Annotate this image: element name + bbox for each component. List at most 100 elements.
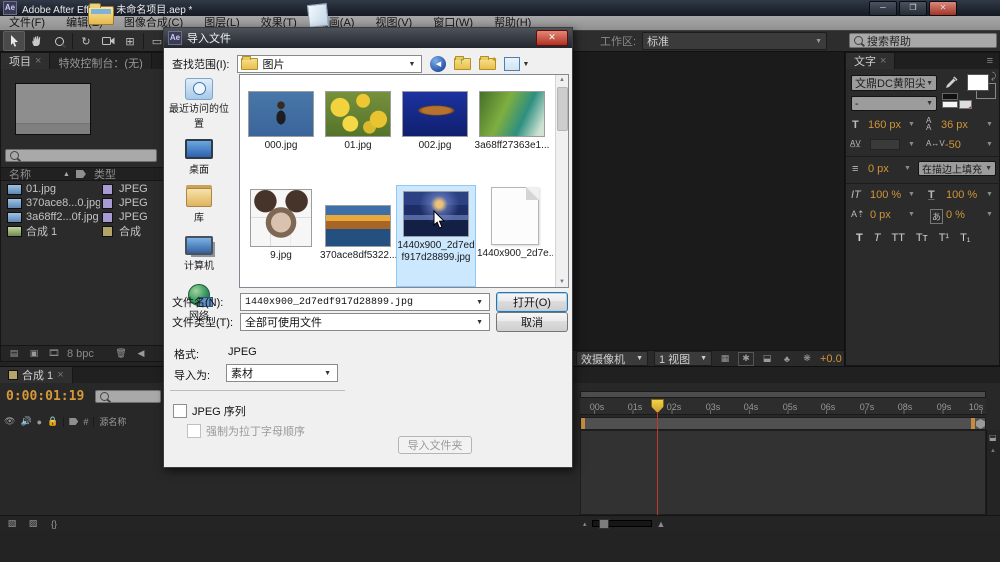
file-item-selected[interactable]: 1440x900_2d7edf917d28899.jpg (396, 185, 476, 287)
import-as-select[interactable]: 素材 ▼ (226, 364, 338, 382)
help-search-input[interactable]: 搜索帮助 (849, 33, 997, 48)
zoom-tool-icon[interactable] (49, 32, 69, 50)
fill-color-swatch[interactable] (967, 74, 989, 91)
label-swatch[interactable] (102, 211, 113, 223)
project-row[interactable]: 3a68ff2...0f.jpg JPEG (1, 210, 165, 224)
time-navigator[interactable] (580, 391, 986, 398)
chevron-down-icon[interactable]: ▼ (904, 165, 911, 172)
bit-depth-label[interactable]: 8 bpc (67, 348, 94, 360)
hand-tool-icon[interactable] (27, 32, 47, 50)
back-button[interactable]: ◀ (430, 56, 447, 72)
solo-icon[interactable]: ● (37, 417, 42, 427)
stroke-width-value[interactable]: 0 px (868, 163, 889, 175)
scroll-up-icon[interactable]: ▲ (990, 448, 996, 454)
scroll-up-icon[interactable]: ▲ (559, 77, 565, 83)
project-row[interactable]: 合成 1 合成 (1, 224, 165, 238)
current-timecode[interactable]: 0:00:01:19 (6, 389, 84, 404)
timeline-search-input[interactable] (95, 390, 161, 403)
up-one-level-button[interactable]: ↑ (454, 56, 472, 70)
dialog-titlebar[interactable]: Ae 导入文件 ✕ (164, 28, 572, 48)
camera-tool-icon[interactable] (98, 32, 118, 50)
interpret-footage-icon[interactable]: ▤ (7, 348, 21, 360)
jpeg-sequence-option[interactable]: JPEG 序列 (173, 403, 246, 419)
expand-layer-switches-icon[interactable]: ▧ (5, 518, 19, 530)
kerning-value[interactable] (870, 139, 900, 150)
import-folder-button[interactable]: 导入文件夹 (398, 436, 472, 454)
lock-icon[interactable]: 🔒 (47, 416, 58, 427)
leading-value[interactable]: 36 px (941, 119, 968, 131)
small-caps-button[interactable]: Tᴛ (916, 232, 928, 244)
maximize-button[interactable]: ❐ (899, 0, 927, 16)
taskbar-explorer[interactable] (84, 3, 118, 28)
chevron-down-icon[interactable]: ▼ (908, 191, 915, 198)
filetype-select[interactable]: 全部可使用文件 ▼ (240, 313, 490, 331)
font-style-select[interactable]: - ▼ (851, 96, 937, 111)
work-area-start-handle[interactable] (581, 418, 585, 429)
trash-icon[interactable]: 🗑 (114, 348, 128, 360)
selection-tool-icon[interactable] (3, 31, 25, 51)
file-item[interactable]: 9.jpg (243, 189, 319, 261)
cancel-button[interactable]: 取消 (496, 312, 568, 332)
sidebar-item-desktop[interactable]: 桌面 (166, 139, 232, 176)
exposure-icon[interactable]: ❋ (800, 353, 814, 365)
scroll-down-icon[interactable]: ▼ (559, 279, 565, 285)
project-search-input[interactable] (5, 149, 157, 162)
open-button[interactable]: 打开(O) (496, 292, 568, 312)
no-stroke-swatch[interactable] (959, 100, 972, 109)
rotate-tool-icon[interactable]: ↻ (76, 32, 96, 50)
minimize-button[interactable]: ─ (869, 0, 897, 16)
timeline-right-scrollbar[interactable]: ⬓ ▲ (986, 430, 1000, 515)
tab-project[interactable]: 项目 × (1, 53, 51, 69)
comp-marker-icon[interactable] (976, 419, 985, 429)
scrollbar-thumb[interactable] (557, 87, 568, 131)
work-area-bar[interactable] (580, 417, 986, 430)
swap-colors-icon[interactable]: ⤸ (991, 71, 996, 82)
column-type[interactable]: 类型 (94, 166, 116, 182)
region-of-interest-icon[interactable]: ✱ (738, 351, 754, 366)
view-layout-select[interactable]: 1 视图 ▼ (654, 351, 712, 366)
chevron-down-icon[interactable]: ▼ (908, 141, 915, 148)
vertical-scale-value[interactable]: 100 % (870, 189, 901, 201)
sidebar-item-libraries[interactable]: 库 (166, 188, 232, 224)
tab-character[interactable]: 文字 × (846, 53, 896, 69)
close-icon[interactable]: × (35, 55, 41, 67)
flowchart-icon[interactable]: ♣ (780, 353, 794, 365)
audio-icon[interactable]: 🔊 (20, 416, 31, 427)
frame-blend-icon[interactable]: ▨ (26, 518, 40, 530)
collapse-icon[interactable]: ◀ (134, 348, 148, 360)
grid-options-icon[interactable]: ▦ (718, 353, 732, 365)
horizontal-scale-value[interactable]: 100 % (946, 189, 977, 201)
stroke-mode-select[interactable]: 在描边上填充 ▼ (918, 161, 996, 176)
tracking-value[interactable]: -50 (945, 139, 961, 151)
new-folder-button[interactable]: ✦ (479, 55, 497, 70)
camera-marker-icon[interactable]: ⬓ (989, 433, 997, 442)
project-row[interactable]: 370ace8...0.jpg JPEG (1, 196, 165, 210)
label-swatch[interactable] (102, 197, 113, 209)
tab-effect-controls[interactable]: 特效控制台：(无) (50, 53, 152, 69)
camera-icon[interactable]: ⬓ (760, 353, 774, 365)
jpeg-sequence-checkbox[interactable] (173, 404, 187, 418)
camera-view-select[interactable]: 效摄像机 ▼ (576, 351, 648, 366)
label-swatch[interactable] (102, 183, 113, 195)
column-name[interactable]: 名称 (1, 166, 31, 182)
superscript-button[interactable]: T¹ (939, 232, 949, 244)
subscript-button[interactable]: T₁ (960, 232, 970, 244)
zoom-out-icon[interactable]: ▴ (583, 520, 587, 528)
chevron-down-icon[interactable]: ▼ (986, 141, 993, 148)
font-size-value[interactable]: 160 px (868, 119, 901, 131)
file-item[interactable]: 370ace8df5322... (320, 205, 396, 261)
look-in-select[interactable]: 图片 ▼ (237, 55, 423, 73)
graph-editor-icon[interactable]: {} (47, 518, 61, 530)
chevron-down-icon[interactable]: ▼ (986, 121, 993, 128)
close-icon[interactable]: × (57, 369, 63, 381)
close-icon[interactable]: × (880, 55, 886, 67)
tsume-value[interactable]: 0 % (946, 209, 965, 221)
new-folder-icon[interactable]: ▣ (27, 348, 41, 360)
close-button[interactable]: ✕ (929, 0, 957, 16)
file-item[interactable]: 002.jpg (397, 91, 473, 151)
panel-menu-icon[interactable]: ≡ (981, 53, 999, 69)
chevron-down-icon[interactable]: ▼ (986, 211, 993, 218)
chevron-down-icon[interactable]: ▼ (986, 191, 993, 198)
label-swatch[interactable] (102, 225, 113, 237)
all-caps-button[interactable]: TT (891, 232, 904, 244)
